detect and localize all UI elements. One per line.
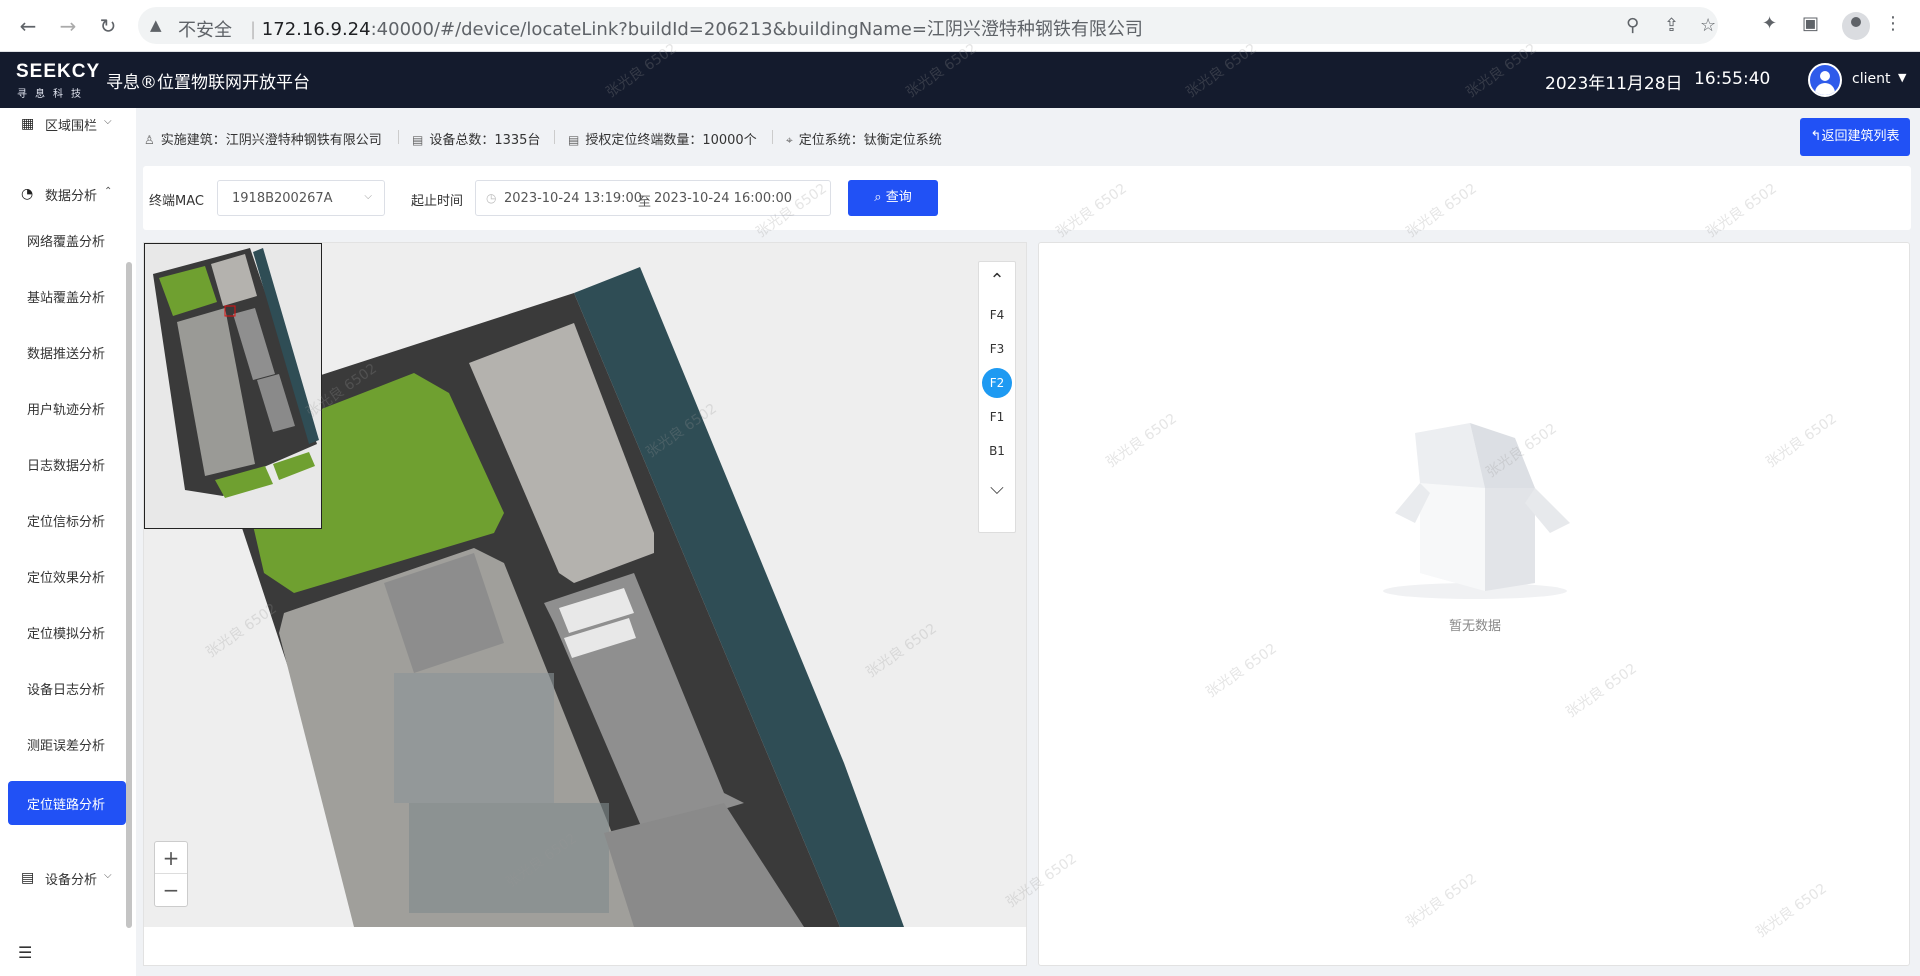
- divider: [772, 130, 773, 144]
- building-info: ♙ 实施建筑：江阴兴澄特种钢铁有限公司: [144, 133, 382, 148]
- share-icon[interactable]: ⇪: [1664, 15, 1679, 36]
- sidebar-group-data-analysis[interactable]: ◔ 数据分析 ⌃: [0, 172, 136, 216]
- floor-up-icon[interactable]: ⌃: [979, 266, 1015, 296]
- profile-icon[interactable]: [1842, 12, 1870, 40]
- sidebar-scrollbar[interactable]: [126, 262, 132, 928]
- minimap[interactable]: [144, 243, 322, 529]
- location-system-info: ⌖ 定位系统：钛衡定位系统: [786, 133, 942, 148]
- pie-chart-icon: ◔: [21, 186, 34, 202]
- sidebar-item-data-push[interactable]: 数据推送分析: [0, 330, 136, 374]
- sidebar-item-user-track[interactable]: 用户轨迹分析: [0, 386, 136, 430]
- bookmark-star-icon[interactable]: ☆: [1700, 15, 1716, 36]
- floor-F4[interactable]: F4: [982, 300, 1012, 330]
- floor-down-icon[interactable]: ⌵: [979, 474, 1015, 504]
- empty-box-icon: [1383, 423, 1570, 599]
- floor-B1[interactable]: B1: [982, 436, 1012, 466]
- back-icon[interactable]: ←: [14, 12, 42, 40]
- mac-select[interactable]: 1918B200267A ⌵: [217, 180, 385, 216]
- search-icon: ⌕: [874, 190, 886, 205]
- user-caret-icon[interactable]: ▼: [1898, 71, 1906, 84]
- sidebar-item-effect[interactable]: 定位效果分析: [0, 554, 136, 598]
- link-data-panel: 暂无数据: [1038, 242, 1910, 966]
- chevron-up-icon: ⌃: [104, 186, 113, 197]
- map-footer: [144, 927, 1026, 965]
- start-time[interactable]: 2023-10-24 13:19:00: [504, 191, 642, 206]
- zoom-controls: + −: [154, 841, 188, 907]
- date-range-picker[interactable]: ◷ 2023-10-24 13:19:00 至 2023-10-24 16:00…: [475, 180, 831, 216]
- zoom-in-button[interactable]: +: [155, 842, 187, 874]
- end-time[interactable]: 2023-10-24 16:00:00: [654, 191, 792, 206]
- app-header: SEEKCY 寻息科技 寻息®位置物联网开放平台 2023年11月28日 16:…: [0, 52, 1920, 108]
- building-icon: ♙: [144, 133, 155, 147]
- sidebar-item-beacon[interactable]: 定位信标分析: [0, 498, 136, 542]
- sidebar-item-device-log[interactable]: 设备日志分析: [0, 666, 136, 710]
- document-icon: ▤: [412, 133, 424, 147]
- query-button[interactable]: ⌕ 查询: [848, 180, 938, 216]
- sidebar-item-station-coverage[interactable]: 基站覆盖分析: [0, 274, 136, 318]
- sidebar-group-area-fence[interactable]: ▦ 区域围栏 ⌵: [0, 102, 136, 146]
- header-date: 2023年11月28日: [1545, 74, 1683, 94]
- menu-collapse-icon[interactable]: ☰: [18, 943, 32, 962]
- sidebar-item-locate-link[interactable]: 定位链路分析: [8, 781, 126, 825]
- username[interactable]: client: [1852, 71, 1890, 87]
- divider: [554, 130, 555, 144]
- device-total-info: ▤ 设备总数：1335台: [412, 133, 541, 148]
- header-time: 16:55:40: [1694, 69, 1771, 89]
- chevron-down-icon: ⌵: [364, 191, 372, 202]
- chevron-down-icon: ⌵: [104, 870, 112, 881]
- logo-main: SEEKCY: [16, 61, 101, 82]
- sidebar-item-log-data[interactable]: 日志数据分析: [0, 442, 136, 486]
- reload-icon[interactable]: ↻: [94, 12, 122, 40]
- sidebar: ▦ 区域围栏 ⌵ ◔ 数据分析 ⌃ 网络覆盖分析 基站覆盖分析 数据推送分析 用…: [0, 108, 136, 976]
- warning-icon[interactable]: ▲: [150, 16, 162, 34]
- fence-icon: ▦: [21, 116, 35, 132]
- time-range-label: 起止时间: [411, 194, 464, 209]
- filter-bar: 终端MAC 1918B200267A ⌵ 起止时间 ◷ 2023-10-24 1…: [143, 166, 1911, 230]
- address-bar[interactable]: ▲ 不安全 | 172.16.9.24:40000/#/device/locat…: [138, 7, 1718, 44]
- zoom-out-button[interactable]: −: [155, 874, 187, 906]
- floor-F1[interactable]: F1: [982, 402, 1012, 432]
- sidebar-item-simulation[interactable]: 定位模拟分析: [0, 610, 136, 654]
- location-pin-icon: ⌖: [786, 133, 793, 147]
- forward-icon[interactable]: →: [54, 12, 82, 40]
- building-info-bar: ♙ 实施建筑：江阴兴澄特种钢铁有限公司 ▤ 设备总数：1335台 ▤ 授权定位终端数量…: [136, 118, 1736, 154]
- clock-icon: ◷: [486, 191, 497, 205]
- divider: [398, 130, 399, 144]
- device-icon: ▤: [21, 870, 35, 886]
- logo-sub: 寻息科技: [17, 89, 89, 100]
- user-avatar[interactable]: [1808, 63, 1842, 97]
- extensions-icon[interactable]: ✦: [1762, 13, 1777, 34]
- side-panel-icon[interactable]: ▣: [1802, 13, 1819, 34]
- floor-F2[interactable]: F2: [982, 368, 1012, 398]
- browser-toolbar: ← → ↻ ▲ 不安全 | 172.16.9.24:40000/#/device…: [0, 0, 1920, 52]
- minimap-graphic: [153, 248, 319, 498]
- floor-F3[interactable]: F3: [982, 334, 1012, 364]
- sidebar-item-ranging-error[interactable]: 测距误差分析: [0, 722, 136, 766]
- return-building-list-button[interactable]: ↰返回建筑列表: [1800, 118, 1910, 156]
- platform-name: 寻息®位置物联网开放平台: [106, 73, 310, 93]
- licensed-terminals-info: ▤ 授权定位终端数量：10000个: [568, 133, 757, 148]
- insecure-label[interactable]: 不安全: [178, 16, 232, 42]
- license-icon: ▤: [568, 133, 580, 147]
- chevron-down-icon: ⌵: [104, 116, 112, 127]
- empty-text: 暂无数据: [1448, 619, 1501, 634]
- more-menu-icon[interactable]: ⋮: [1884, 13, 1902, 34]
- floor-selector[interactable]: ⌃ F4 F3 F2 F1 B1 ⌵: [978, 261, 1016, 533]
- url-text[interactable]: | 172.16.9.24:40000/#/device/locateLink?…: [250, 15, 1143, 41]
- zoom-icon[interactable]: ⚲: [1626, 15, 1639, 36]
- sidebar-group-device-analysis[interactable]: ▤ 设备分析 ⌵: [0, 856, 136, 900]
- map-panel[interactable]: ⌃ F4 F3 F2 F1 B1 ⌵ + −: [143, 242, 1027, 966]
- mac-label: 终端MAC: [149, 194, 204, 209]
- sidebar-item-network-coverage[interactable]: 网络覆盖分析: [0, 218, 136, 262]
